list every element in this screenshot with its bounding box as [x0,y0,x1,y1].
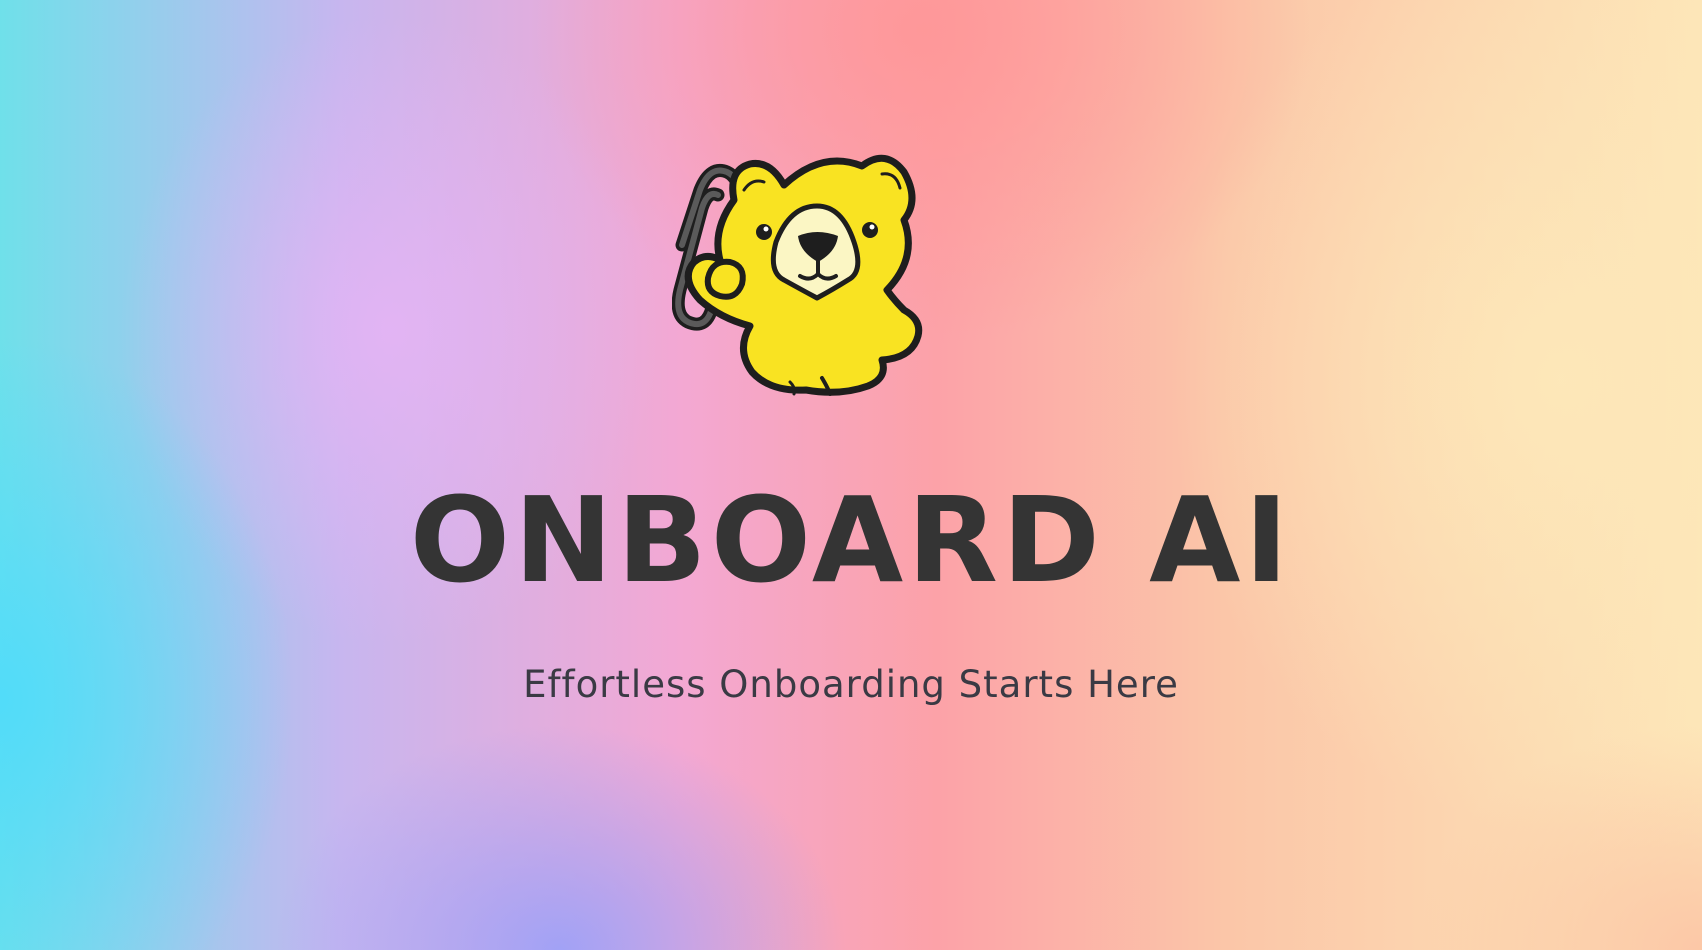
bear-mascot-logo [672,150,1002,430]
bear-paw [704,258,746,300]
app-title: ONBOARD AI [409,471,1293,609]
bear-holding-paperclip-icon [672,154,923,396]
bear-left-eye [756,224,772,240]
hero-section: ONBOARD AI Effortless Onboarding Starts … [0,0,1702,950]
bear-right-eye [862,222,878,238]
tagline: Effortless Onboarding Starts Here [523,663,1179,706]
